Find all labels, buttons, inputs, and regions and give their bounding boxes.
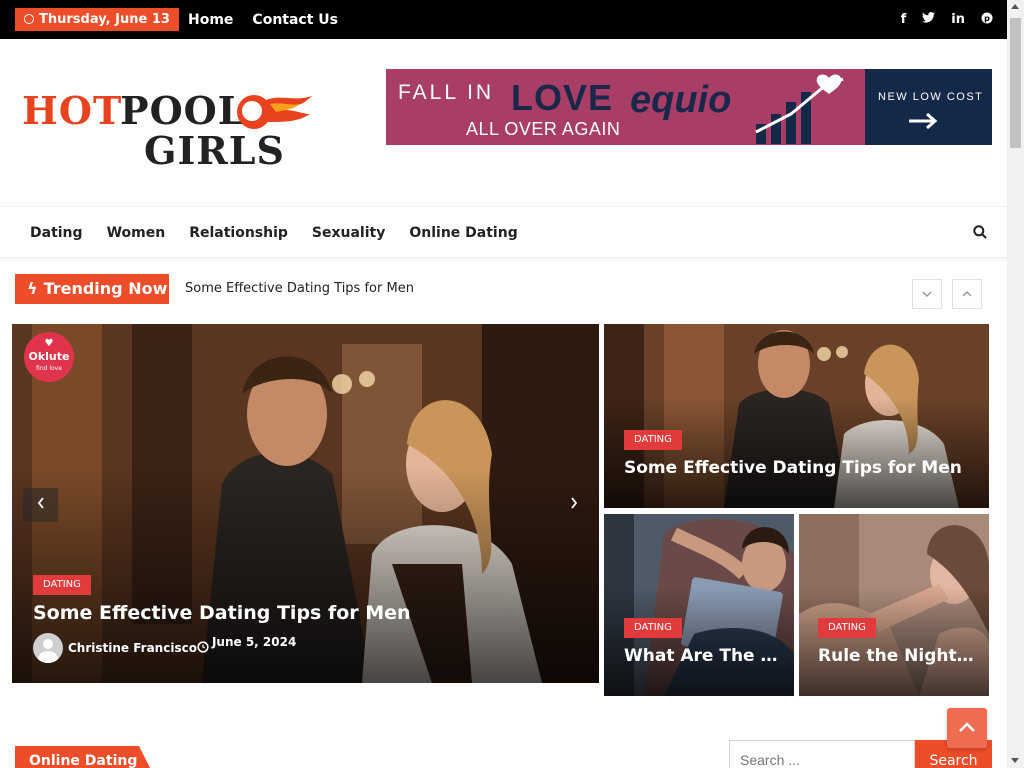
chevron-down-icon [922,291,932,298]
date-text: Thursday, June 13 [39,12,170,27]
featured-main-card[interactable]: DATING Some Effective Dating Tips for Me… [12,324,599,683]
nav-item-women[interactable]: Women [107,225,166,241]
banner-brand: equio [630,79,732,121]
nav-item-sexuality[interactable]: Sexuality [312,225,385,241]
twitter-icon[interactable] [922,12,936,27]
featured-side-top-card[interactable]: DATING Some Effective Dating Tips for Me… [604,324,989,508]
heart-icon: ♥ [44,338,54,349]
back-to-top-button[interactable] [947,708,987,748]
featured-side-top-overlay [604,397,989,508]
trending-headline[interactable]: Some Effective Dating Tips for Men [185,281,414,296]
arrow-right-icon [909,112,938,130]
site-logo[interactable]: HOT POOL GIRLS [22,88,312,176]
featured-side-right-title[interactable]: Rule the Night: ... [818,646,980,666]
nav-item-dating[interactable]: Dating [30,225,83,241]
post-date: June 5, 2024 [211,635,297,649]
featured-side-top-category[interactable]: DATING [624,430,682,450]
trending-badge: ϟ Trending Now [15,274,169,304]
oklute-tag: find love [36,365,62,372]
author-avatar [33,633,63,663]
nav-item-online-dating[interactable]: Online Dating [409,225,517,241]
featured-side-left-card[interactable]: DATING What Are The D... [604,514,794,696]
featured-main-title[interactable]: Some Effective Dating Tips for Men [33,602,553,624]
scrollbar-thumb[interactable] [1010,18,1021,148]
clock-icon [24,14,34,24]
author-name[interactable]: Christine Francisco [68,641,197,655]
scroll-up-arrow[interactable] [1011,4,1019,9]
trending-label: Trending Now [43,279,168,298]
banner-line2: ALL OVER AGAIN [466,119,621,139]
bolt-icon: ϟ [27,279,38,298]
slider-prev-button[interactable] [23,488,58,522]
flame-icon [237,95,312,129]
svg-text:p: p [984,14,990,23]
slider-next-button[interactable] [556,488,591,522]
bar-graph-icon [755,74,844,144]
facebook-icon[interactable]: f [901,12,907,27]
banner-line1: FALL IN [398,81,495,104]
pinterest-icon[interactable]: p [981,12,993,28]
scrollbar[interactable] [1007,0,1024,768]
top-nav-contact[interactable]: Contact Us [252,12,338,28]
banner-cta-panel: NEW LOW COST [865,69,992,145]
logo-word-hot: HOT [22,88,123,133]
featured-side-top-title[interactable]: Some Effective Dating Tips for Men [624,458,974,478]
banner-cta: NEW LOW COST [878,91,984,103]
chevron-right-icon [570,497,577,509]
chevron-up-icon [959,722,975,732]
main-nav-items: Dating Women Relationship Sexuality Onli… [30,207,542,259]
featured-main-meta: Christine Francisco June 5, 2024 [33,633,296,663]
oklute-badge: ♥ Oklute find love [24,332,74,382]
logo-word-girls: GIRLS [144,128,285,173]
scroll-down-arrow[interactable] [1011,758,1019,763]
main-nav: Dating Women Relationship Sexuality Onli… [0,206,1007,258]
top-bar: Thursday, June 13 Home Contact Us f in p [0,0,1007,39]
date-badge: Thursday, June 13 [15,8,179,31]
search-icon[interactable] [973,225,987,239]
top-nav: Home Contact Us [188,0,338,39]
featured-side-right-card[interactable]: DATING Rule the Night: ... [799,514,989,696]
banner-love: LOVE [511,77,614,118]
chevron-left-icon [37,497,44,509]
linkedin-icon[interactable]: in [951,12,965,27]
featured-side-right-overlay [799,586,989,696]
featured-side-left-overlay [604,586,794,696]
clock-icon [197,640,209,656]
trending-next-button[interactable] [912,279,942,309]
banner-ad[interactable]: FALL IN LOVE ALL OVER AGAIN equio NEW LO… [386,69,992,145]
social-links: f in p [901,0,993,39]
page: Thursday, June 13 Home Contact Us f in p… [0,0,1024,768]
chevron-up-icon [962,290,972,297]
nav-item-relationship[interactable]: Relationship [189,225,288,241]
trending-prev-button[interactable] [952,279,982,309]
section-title-online-dating: Online Dating [15,746,151,768]
featured-main-category[interactable]: DATING [33,575,91,595]
featured-side-left-title[interactable]: What Are The D... [624,646,786,666]
top-nav-home[interactable]: Home [188,12,233,28]
featured-side-left-category[interactable]: DATING [624,618,682,638]
logo-word-pool: POOL [120,88,246,133]
featured-side-right-category[interactable]: DATING [818,618,876,638]
oklute-name: Oklute [28,350,70,363]
search-input[interactable] [729,740,915,768]
